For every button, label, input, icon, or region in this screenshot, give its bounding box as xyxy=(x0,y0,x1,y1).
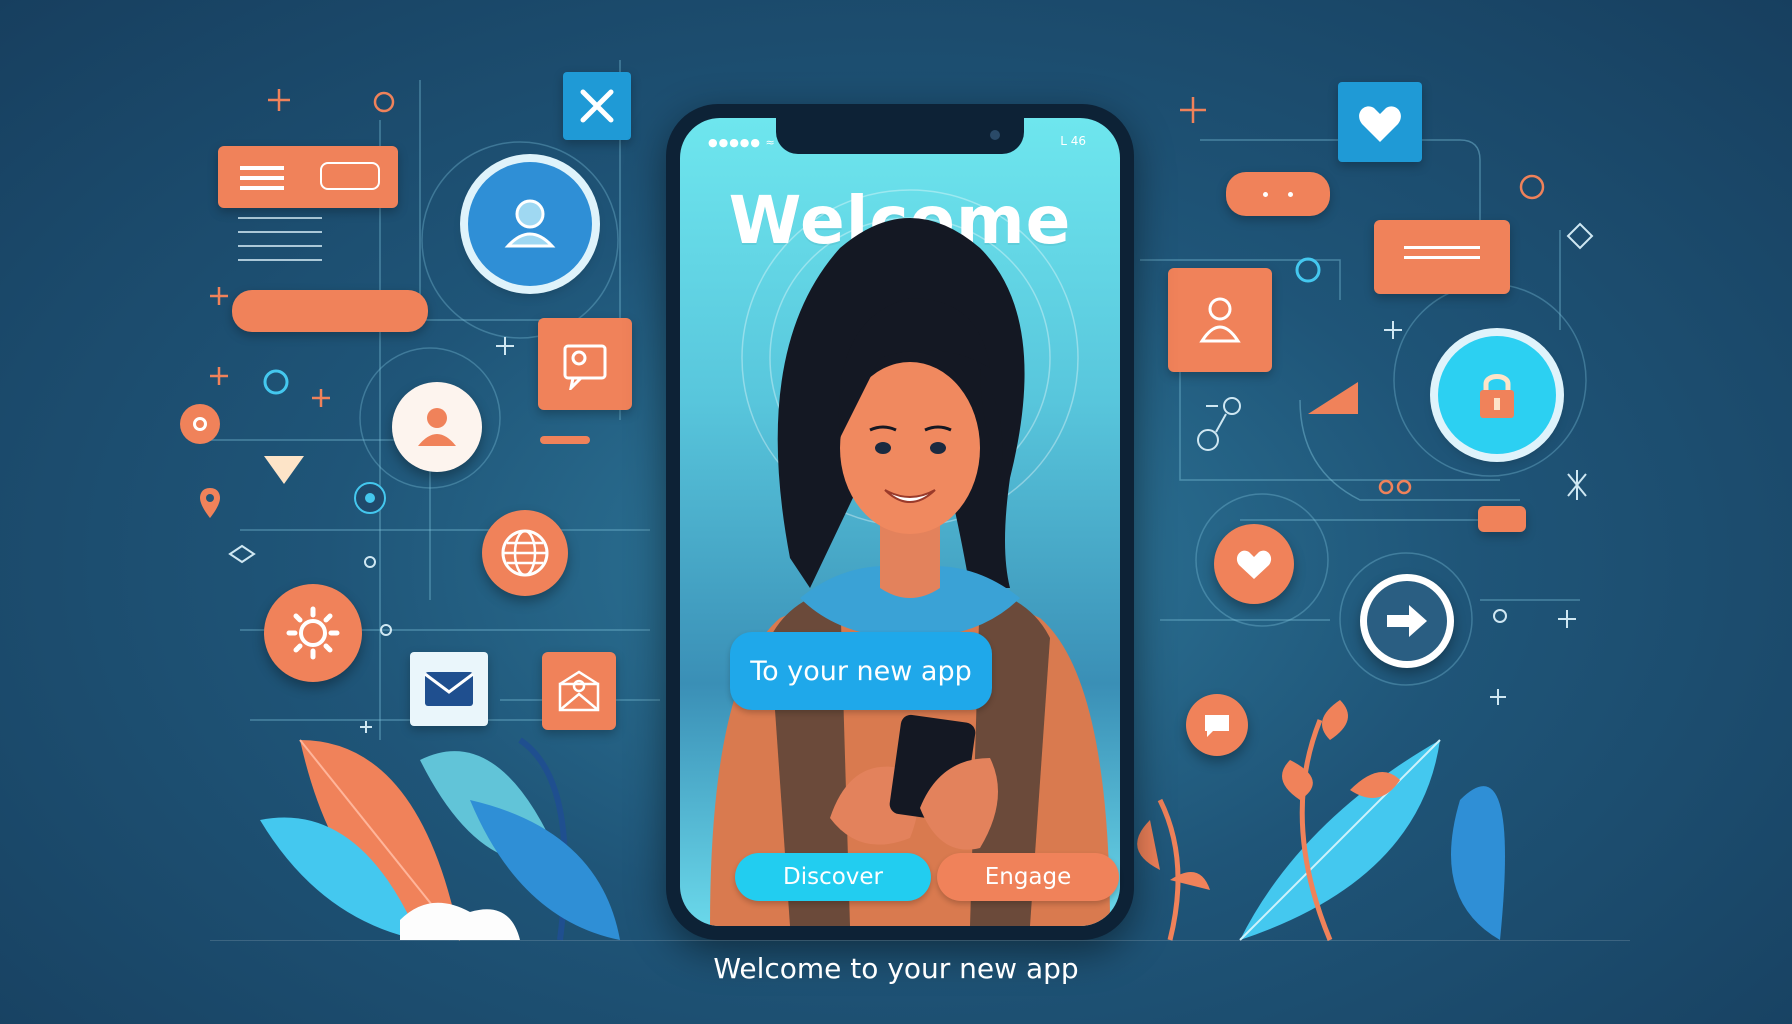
engage-button[interactable]: Engage xyxy=(937,853,1119,901)
welcome-illustration: ●●●●● ≈ L 46 Welcome xyxy=(0,0,1792,1024)
left-leaves xyxy=(260,737,620,941)
discover-button[interactable]: Discover xyxy=(735,853,931,901)
phone-frame: ●●●●● ≈ L 46 Welcome xyxy=(666,104,1134,940)
footer-divider xyxy=(210,940,1630,941)
welcome-bubble: To your new app xyxy=(730,632,992,710)
phone-screen: ●●●●● ≈ L 46 Welcome xyxy=(680,118,1120,926)
caption-text: Welcome to your new app xyxy=(713,952,1079,985)
character-illustration xyxy=(710,189,1110,926)
right-leaves xyxy=(1137,700,1505,941)
